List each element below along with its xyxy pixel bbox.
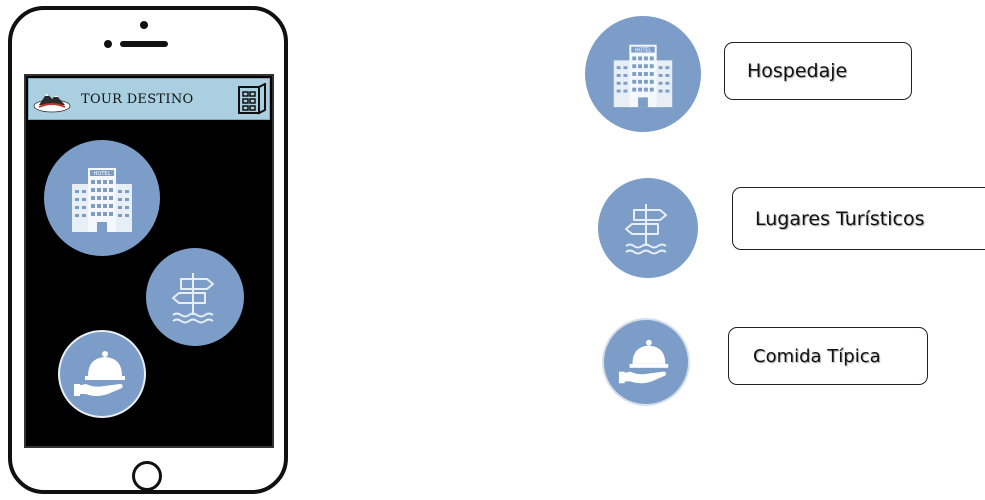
front-camera	[104, 40, 112, 48]
legend-label-comida: Comida Típica	[728, 327, 928, 385]
home-button[interactable]	[132, 461, 162, 491]
legend-label-hospedaje: Hospedaje	[724, 42, 912, 100]
hotel-icon: HOTEL	[613, 44, 673, 108]
proximity-sensor	[140, 21, 148, 29]
svg-text:HOTEL: HOTEL	[94, 171, 111, 177]
hotel-button[interactable]: HOTEL	[44, 140, 160, 256]
legend-cloche-icon-circle	[602, 318, 690, 406]
legend-signpost-icon-circle	[598, 178, 698, 278]
phone-mockup: TOUR DESTINO HOTEL	[8, 6, 288, 494]
legend-hotel-icon-circle: HOTEL	[585, 16, 701, 132]
phone-screen: TOUR DESTINO HOTEL	[24, 74, 274, 448]
svg-text:HOTEL: HOTEL	[635, 48, 652, 54]
food-cloche-icon	[74, 351, 125, 396]
legend-label-text: Comida Típica	[753, 345, 881, 367]
app-header: TOUR DESTINO	[28, 78, 270, 120]
tourist-places-button[interactable]	[146, 248, 244, 346]
food-button[interactable]	[58, 330, 146, 418]
mountain-logo-icon	[33, 93, 71, 113]
app-title: TOUR DESTINO	[81, 92, 194, 107]
food-cloche-icon	[618, 339, 669, 384]
building-menu-icon[interactable]	[237, 83, 267, 115]
signpost-icon	[625, 204, 667, 255]
legend-label-text: Lugares Turísticos	[755, 207, 925, 230]
earpiece-speaker	[120, 41, 168, 47]
hotel-icon: HOTEL	[72, 168, 132, 232]
signpost-icon	[172, 273, 214, 324]
legend-label-text: Hospedaje	[747, 60, 848, 82]
legend-label-lugares: Lugares Turísticos	[732, 187, 985, 250]
